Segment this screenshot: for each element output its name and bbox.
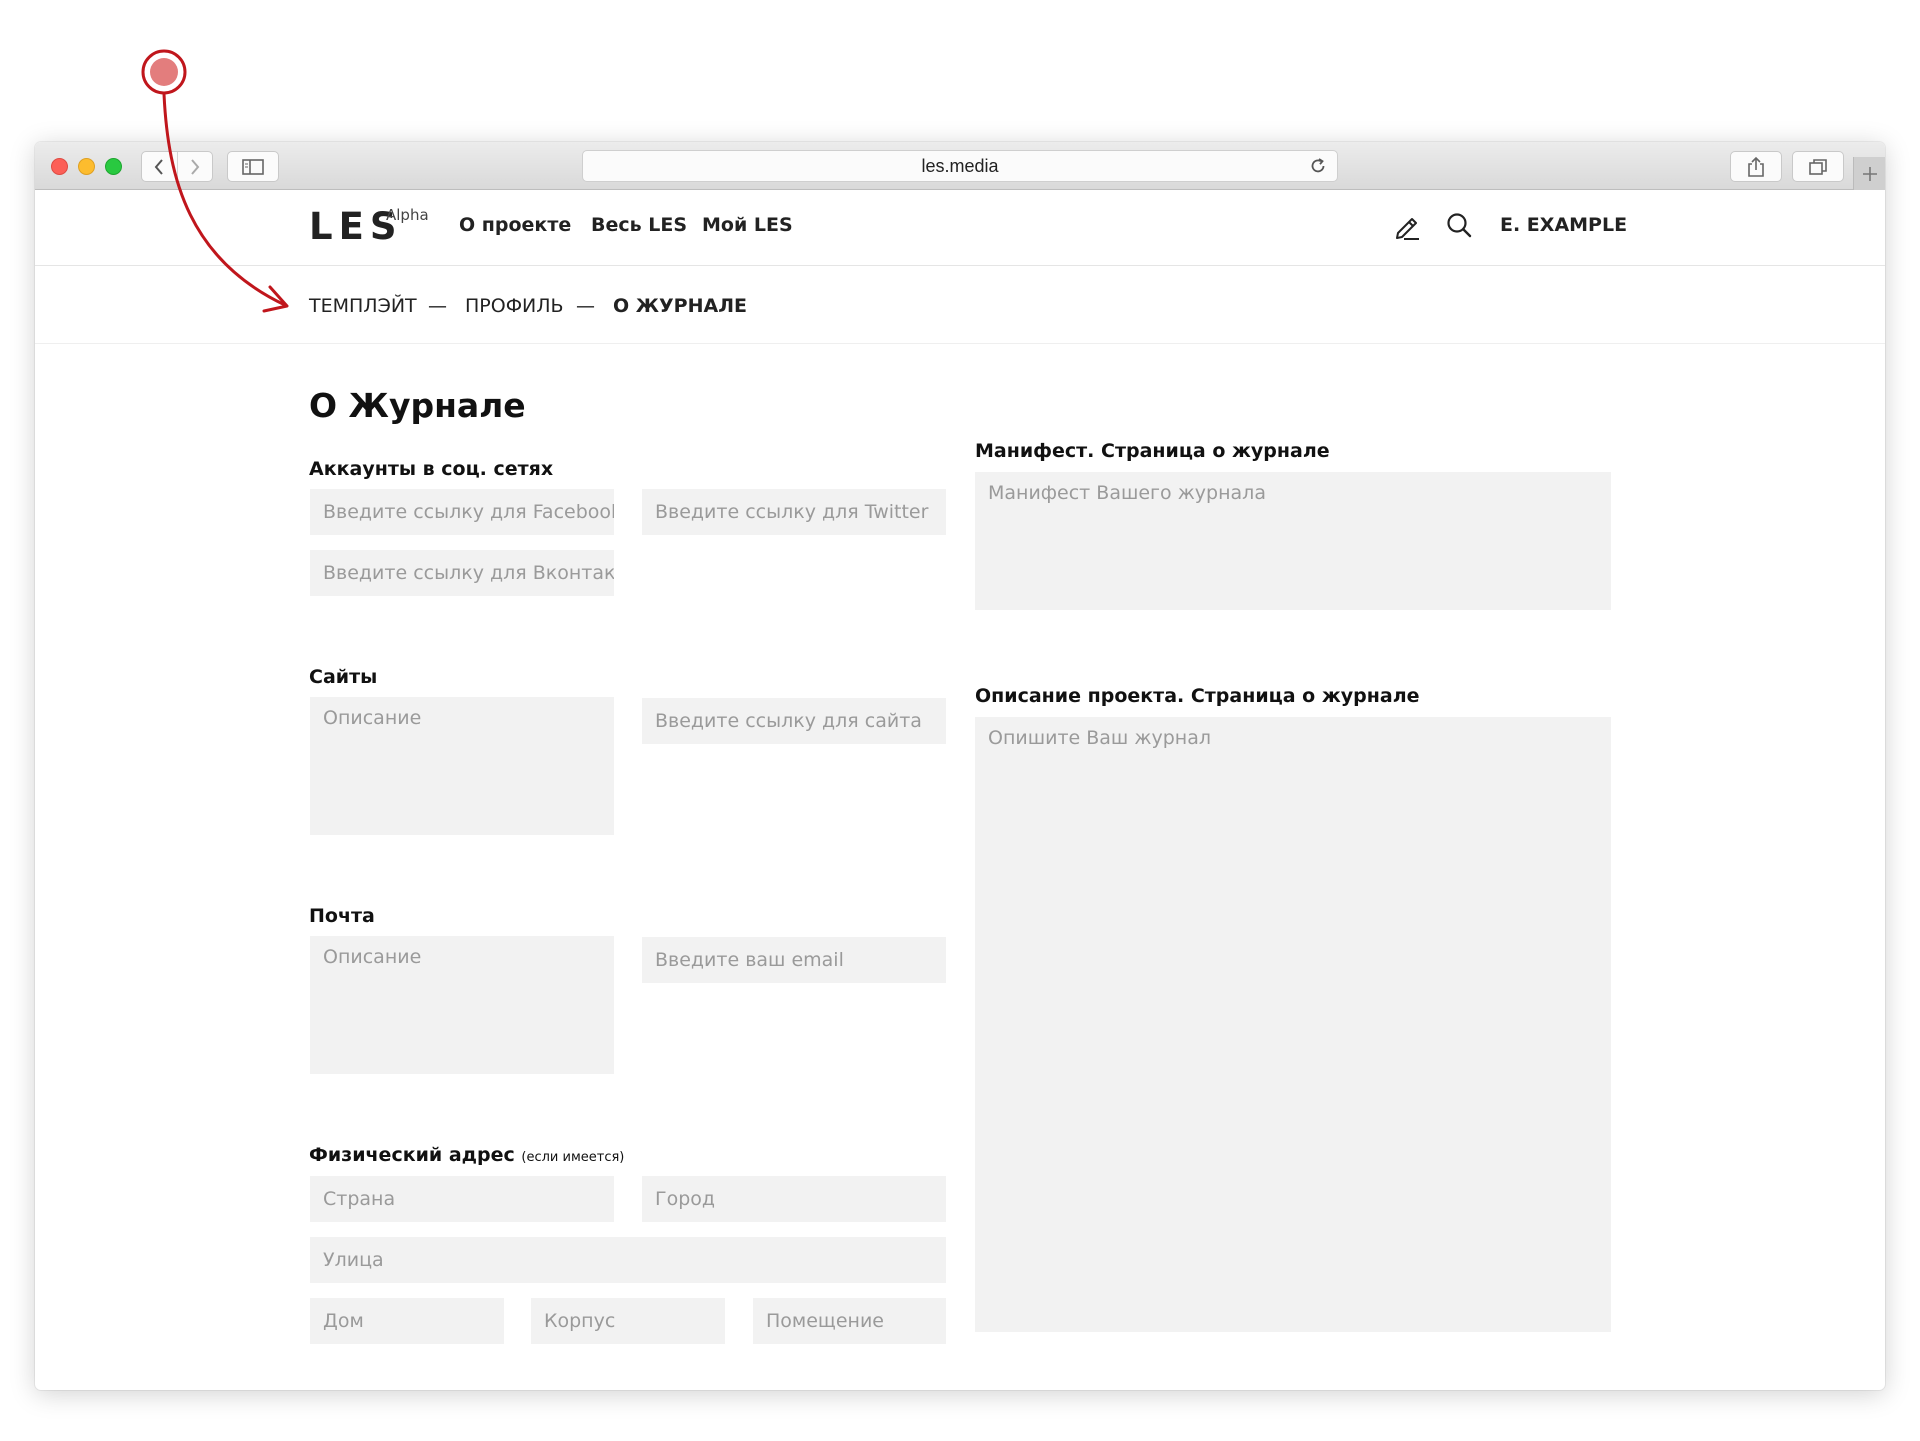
breadcrumb-item-current: О ЖУРНАЛЕ: [613, 295, 747, 317]
site-header: LES Alpha О проекте Весь LES Мой LES E. …: [35, 190, 1885, 266]
building-field[interactable]: Корпус: [531, 1298, 725, 1344]
back-button[interactable]: [142, 152, 177, 181]
address-label: Физический адрес (если имеется): [309, 1144, 624, 1166]
manifest-field[interactable]: Манифест Вашего журнала: [975, 472, 1611, 610]
room-field[interactable]: Помещение: [753, 1298, 946, 1344]
tabs-icon: [1809, 158, 1827, 175]
history-nav: [141, 151, 213, 182]
share-button[interactable]: [1730, 151, 1782, 182]
project-description-label: Описание проекта. Страница о журнале: [975, 685, 1420, 707]
chevron-left-icon: [155, 158, 164, 175]
vk-link-field[interactable]: Введите ссылку для Вконтакте: [310, 550, 614, 596]
breadcrumb-item-template[interactable]: ТЕМПЛЭЙТ: [309, 295, 417, 317]
sites-label: Сайты: [309, 666, 378, 688]
nav-my-les[interactable]: Мой LES: [702, 214, 793, 236]
facebook-link-field[interactable]: Введите ссылку для Facebook: [310, 489, 614, 535]
site-link-field[interactable]: Введите ссылку для сайта: [642, 698, 946, 744]
minimize-window-button[interactable]: [78, 158, 95, 175]
browser-window: les.media LES Alpha О проекте Весь LES М…: [35, 142, 1885, 1390]
address-label-note: (если имеется): [521, 1150, 625, 1165]
reload-icon[interactable]: [1309, 157, 1327, 175]
zoom-window-button[interactable]: [105, 158, 122, 175]
twitter-link-field[interactable]: Введите ссылку для Twitter: [642, 489, 946, 535]
house-field[interactable]: Дом: [310, 1298, 504, 1344]
breadcrumb-separator: —: [428, 295, 447, 317]
city-field[interactable]: Город: [642, 1176, 946, 1222]
url-text: les.media: [921, 155, 999, 176]
nav-all-les[interactable]: Весь LES: [591, 214, 687, 236]
share-icon: [1748, 156, 1764, 177]
browser-toolbar: les.media: [35, 142, 1885, 190]
forward-button[interactable]: [176, 152, 212, 181]
mail-description-field[interactable]: Описание: [310, 936, 614, 1074]
sidebar-toggle-button[interactable]: [227, 151, 279, 182]
country-field[interactable]: Страна: [310, 1176, 614, 1222]
manifest-label: Манифест. Страница о журнале: [975, 440, 1330, 462]
logo-badge: Alpha: [386, 206, 429, 224]
address-bar[interactable]: les.media: [582, 150, 1338, 182]
breadcrumb-separator: —: [576, 295, 595, 317]
pencil-icon[interactable]: [1392, 211, 1422, 241]
show-tabs-button[interactable]: [1792, 151, 1844, 182]
project-description-field[interactable]: Опишите Ваш журнал: [975, 717, 1611, 1332]
plus-icon: [1862, 166, 1877, 181]
email-field[interactable]: Введите ваш email: [642, 937, 946, 983]
close-window-button[interactable]: [51, 158, 68, 175]
new-tab-button[interactable]: [1853, 157, 1885, 190]
user-menu[interactable]: E. EXAMPLE: [1500, 214, 1627, 236]
site-description-field[interactable]: Описание: [310, 697, 614, 835]
breadcrumb-item-profile[interactable]: ПРОФИЛЬ: [465, 295, 564, 317]
sidebar-icon: [242, 158, 264, 175]
chevron-right-icon: [191, 158, 200, 175]
search-icon[interactable]: [1445, 211, 1473, 239]
address-label-text: Физический адрес: [309, 1144, 515, 1166]
breadcrumb: ТЕМПЛЭЙТ — ПРОФИЛЬ — О ЖУРНАЛЕ: [35, 267, 1885, 344]
street-field[interactable]: Улица: [310, 1237, 946, 1283]
annotation-marker: [141, 49, 187, 95]
page-title: О Журнале: [309, 386, 526, 425]
social-accounts-label: Аккаунты в соц. сетях: [309, 458, 554, 480]
nav-about-project[interactable]: О проекте: [459, 214, 571, 236]
mail-label: Почта: [309, 905, 375, 927]
